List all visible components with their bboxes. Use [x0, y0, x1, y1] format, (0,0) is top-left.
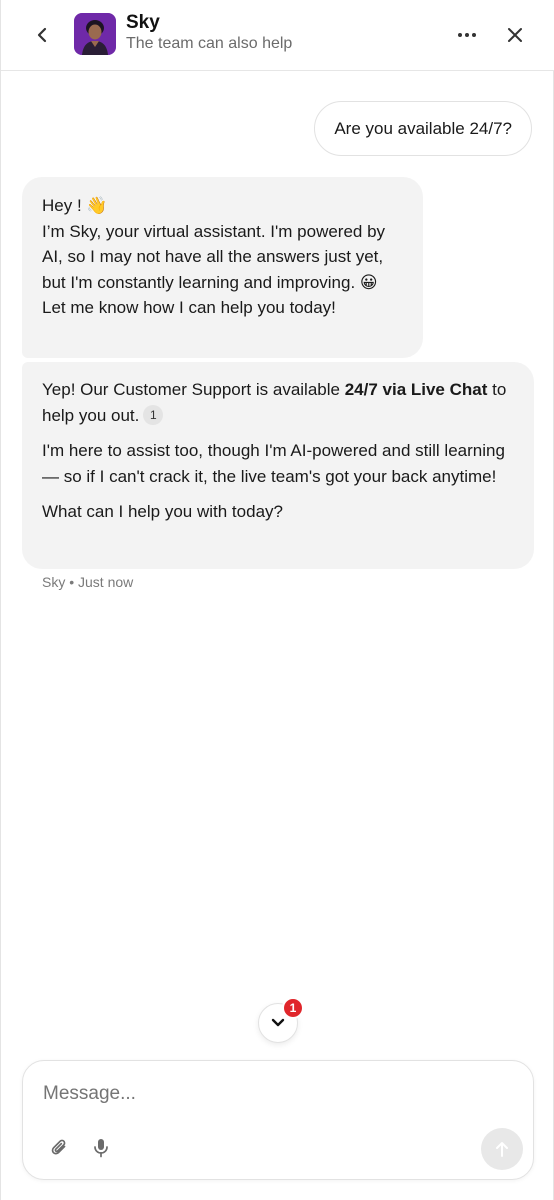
send-button[interactable] [481, 1128, 523, 1170]
message-input[interactable] [43, 1079, 483, 1109]
bot-message-paragraph: Yep! Our Customer Support is available 2… [42, 377, 514, 428]
bot-message-paragraph: What can I help you with today? [42, 502, 283, 521]
bot-message: Yep! Our Customer Support is available 2… [22, 362, 534, 569]
attach-button[interactable] [47, 1135, 73, 1161]
bot-message: Hey ! 👋 I’m Sky, your virtual assistant.… [22, 177, 423, 358]
header-subtitle: The team can also help [126, 35, 293, 52]
bot-message-paragraph: I'm here to assist too, though I'm AI-po… [42, 441, 505, 486]
bot-message-text: I’m Sky, your virtual assistant. I'm pow… [42, 221, 386, 318]
message-text: Yep! Our Customer Support is available [42, 380, 345, 399]
page-title: Sky [126, 12, 160, 33]
microphone-icon [94, 1139, 108, 1158]
more-horizontal-icon [458, 33, 476, 37]
paperclip-icon [51, 1139, 66, 1155]
arrow-up-icon [496, 1142, 508, 1157]
more-options-button[interactable] [451, 20, 483, 50]
user-message: Are you available 24/7? [314, 101, 532, 156]
close-button[interactable] [499, 19, 531, 51]
unread-badge: 1 [282, 997, 304, 1019]
bot-message-greeting: Hey ! 👋 [42, 196, 108, 215]
microphone-button[interactable] [89, 1135, 113, 1161]
message-meta: Sky • Just now [42, 574, 134, 590]
message-bold-text: 24/7 via Live Chat [344, 380, 488, 399]
citation-badge[interactable]: 1 [143, 405, 164, 426]
close-icon [508, 28, 522, 42]
avatar [74, 13, 116, 55]
chat-window: Sky The team can also help Are you avail… [0, 0, 554, 1200]
message-composer [22, 1060, 534, 1180]
chevron-left-icon [37, 27, 47, 43]
back-button[interactable] [27, 20, 57, 50]
chat-header: Sky The team can also help [1, 0, 554, 71]
chevron-down-icon [271, 1018, 285, 1027]
